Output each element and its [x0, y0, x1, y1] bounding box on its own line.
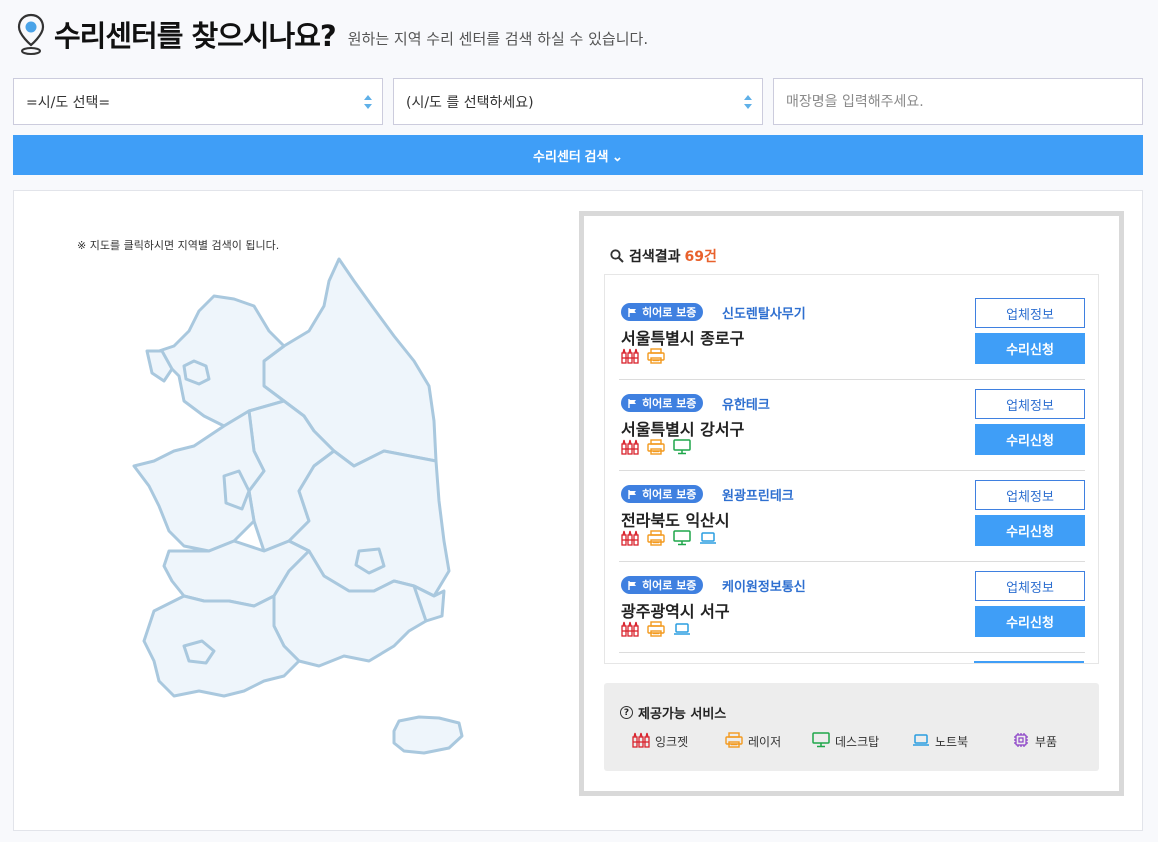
center-info-button[interactable]: 업체정보 — [975, 480, 1085, 510]
repair-request-button[interactable]: 수리신청 — [975, 515, 1085, 546]
legend-title: ? 제공가능 서비스 — [620, 703, 726, 722]
results-box: 검색결과 69건 히어로 보증 신도렌탈사무기 서울특별시 종로구 업체정보 수… — [579, 211, 1124, 796]
page-subtitle: 원하는 지역 수리 센터를 검색 하실 수 있습니다. — [347, 29, 649, 48]
laptop-icon — [699, 530, 717, 550]
laser-icon — [647, 439, 665, 459]
service-legend: ? 제공가능 서비스 잉크젯 레이저 데스크탑 노트북 부품 — [604, 683, 1099, 771]
inkjet-icon — [621, 439, 639, 459]
badge-label: 히어로 보증 — [642, 306, 697, 319]
results-list[interactable]: 히어로 보증 신도렌탈사무기 서울특별시 종로구 업체정보 수리신청 히어로 보… — [604, 274, 1099, 664]
laptop-icon — [912, 732, 935, 751]
laser-icon — [647, 621, 665, 641]
service-icons — [621, 439, 691, 459]
warranty-badge: 히어로 보증 — [621, 576, 704, 594]
flag-icon — [628, 398, 636, 408]
district-select[interactable]: (시/도 를 선택하세요) — [393, 78, 763, 125]
legend-label: 부품 — [1035, 735, 1058, 749]
korea-map[interactable] — [114, 251, 494, 771]
laser-icon — [647, 348, 665, 368]
legend-item: 노트북 — [912, 732, 968, 751]
results-count: 69건 — [684, 249, 717, 265]
legend-label: 레이저 — [748, 735, 782, 749]
district-select-value: (시/도 를 선택하세요) — [406, 94, 534, 111]
inkjet-icon — [621, 348, 639, 368]
result-item: 히어로 보증 유한테크 서울특별시 강서구 업체정보 수리신청 — [619, 380, 1085, 471]
search-button[interactable]: 수리센터 검색 ⌄ — [13, 135, 1143, 175]
result-item: 히어로 보증 케이원정보통신 광주광역시 서구 업체정보 수리신청 — [619, 562, 1085, 653]
center-name[interactable]: 원광프린테크 — [722, 485, 794, 504]
desktop-icon — [673, 439, 691, 459]
legend-label: 데스크탑 — [835, 735, 880, 749]
inkjet-icon — [632, 732, 655, 751]
map-region-seoul[interactable] — [182, 359, 211, 386]
question-icon: ? — [620, 706, 633, 719]
select-arrows-icon — [744, 94, 752, 110]
main-panel: ※ 지도를 클릭하시면 지역별 검색이 됩니다. 검색결과 69건 히어로 보증… — [13, 190, 1143, 831]
laser-icon — [647, 530, 665, 550]
center-address: 서울특별시 강서구 — [621, 420, 745, 439]
service-icons — [621, 348, 665, 368]
inkjet-icon — [621, 621, 639, 641]
legend-items: 잉크젯 레이저 데스크탑 노트북 부품 — [632, 732, 1092, 752]
badge-label: 히어로 보증 — [642, 488, 697, 501]
legend-item: 데스크탑 — [812, 732, 879, 751]
flag-icon — [628, 580, 636, 590]
results-label: 검색결과 — [629, 249, 681, 265]
store-name-input[interactable] — [773, 78, 1143, 125]
region-select[interactable]: =시/도 선택= — [13, 78, 383, 125]
search-icon — [610, 249, 624, 263]
badge-label: 히어로 보증 — [642, 579, 697, 592]
flag-icon — [628, 307, 636, 317]
service-icons — [621, 621, 691, 641]
center-info-button[interactable]: 업체정보 — [975, 298, 1085, 328]
result-item: 히어로 보증 신도렌탈사무기 서울특별시 종로구 업체정보 수리신청 — [619, 289, 1085, 380]
center-info-button[interactable]: 업체정보 — [975, 571, 1085, 601]
legend-item: 부품 — [1012, 732, 1057, 751]
repair-request-button[interactable]: 수리신청 — [975, 424, 1085, 455]
flag-icon — [628, 489, 636, 499]
page-title: 수리센터를 찾으시나요? — [54, 19, 337, 53]
parts-icon — [1012, 732, 1035, 751]
center-address: 광주광역시 서구 — [621, 602, 730, 621]
service-icons — [621, 530, 717, 550]
legend-item: 잉크젯 — [632, 732, 688, 751]
results-title: 검색결과 69건 — [610, 246, 717, 266]
legend-label: 잉크젯 — [655, 735, 689, 749]
center-name[interactable]: 케이원정보통신 — [722, 576, 806, 595]
legend-item: 레이저 — [725, 732, 781, 751]
repair-request-button[interactable]: 수리신청 — [975, 606, 1085, 637]
map-region-jeju[interactable] — [392, 715, 464, 755]
next-item-peek — [974, 661, 1084, 663]
region-select-value: =시/도 선택= — [26, 94, 111, 111]
center-info-button[interactable]: 업체정보 — [975, 389, 1085, 419]
location-pin-icon — [17, 13, 45, 55]
desktop-icon — [812, 732, 835, 751]
warranty-badge: 히어로 보증 — [621, 485, 704, 503]
select-arrows-icon — [364, 94, 372, 110]
center-name[interactable]: 유한테크 — [722, 394, 770, 413]
badge-label: 히어로 보증 — [642, 397, 697, 410]
center-name[interactable]: 신도렌탈사무기 — [722, 303, 806, 322]
desktop-icon — [673, 530, 691, 550]
center-address: 서울특별시 종로구 — [621, 329, 745, 348]
legend-title-text: 제공가능 서비스 — [638, 707, 727, 722]
page: 수리센터를 찾으시나요? 원하는 지역 수리 센터를 검색 하실 수 있습니다.… — [0, 0, 1158, 842]
legend-label: 노트북 — [935, 735, 969, 749]
warranty-badge: 히어로 보증 — [621, 303, 704, 321]
laser-icon — [725, 732, 748, 751]
page-header: 수리센터를 찾으시나요? 원하는 지역 수리 센터를 검색 하실 수 있습니다. — [16, 12, 648, 56]
repair-request-button[interactable]: 수리신청 — [975, 333, 1085, 364]
warranty-badge: 히어로 보증 — [621, 394, 704, 412]
inkjet-icon — [621, 530, 639, 550]
result-item: 히어로 보증 원광프린테크 전라북도 익산시 업체정보 수리신청 — [619, 471, 1085, 562]
center-address: 전라북도 익산시 — [621, 511, 730, 530]
laptop-icon — [673, 621, 691, 641]
